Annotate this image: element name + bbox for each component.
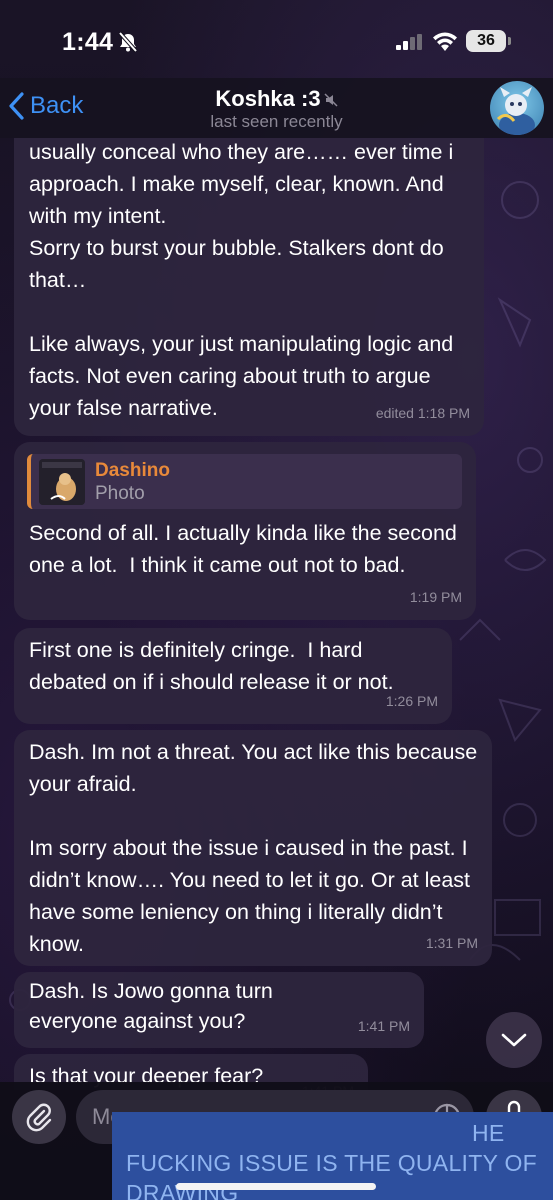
message-timestamp: 1:41 PM [357,1018,410,1034]
message-list[interactable]: usually conceal who they are…… ever time… [0,138,553,1090]
message-text: usually conceal who they are…… ever time… [29,140,454,420]
wifi-icon [432,32,458,57]
status-bar: 1:44 36 [0,0,553,78]
scroll-to-bottom-button[interactable] [486,1012,542,1068]
paperclip-icon [26,1103,52,1132]
reply-sender-name: Dashino [95,459,170,481]
message-timestamp: 1:19 PM [409,589,462,605]
message-bubble[interactable]: Dashino Photo Second of all. I actually … [14,442,476,620]
message-text: First one is definitely cringe. I hard d… [29,638,394,694]
message-bubble[interactable]: usually conceal who they are…… ever time… [14,138,484,436]
overlay-line-2: FUCKING ISSUE IS THE QUALITY OF [126,1150,538,1176]
cellular-signal-icon [396,34,424,55]
last-seen-status: last seen recently [210,112,343,131]
chat-title-text: Koshka :3 [215,86,321,111]
battery-tip [508,37,511,45]
overlay-line-1: HE [472,1120,505,1146]
message-text: Dash. Im not a threat. You act like this… [29,740,478,956]
chevron-down-icon [501,1033,527,1047]
message-bubble[interactable]: Dash. Im not a threat. You act like this… [14,730,492,966]
home-indicator[interactable] [176,1183,376,1190]
chat-title[interactable]: Koshka :3 [0,86,553,113]
battery-indicator: 36 [466,30,506,52]
reply-media-type: Photo [95,482,145,504]
message-timestamp: edited 1:18 PM [375,405,470,421]
silent-mode-icon [117,31,139,58]
clock: 1:44 [62,28,114,56]
message-timestamp: 1:31 PM [425,935,478,951]
avatar[interactable] [490,81,544,135]
message-text: Dash. Is Jowo gonna turn everyone agains… [29,979,279,1033]
reply-photo-thumbnail [39,458,85,505]
reply-preview[interactable]: Dashino Photo [27,454,462,509]
message-timestamp: 1:26 PM [385,693,438,709]
message-bubble[interactable]: First one is definitely cringe. I hard d… [14,628,452,724]
message-bubble[interactable]: Dash. Is Jowo gonna turn everyone agains… [14,972,424,1048]
attach-button[interactable] [12,1090,66,1144]
muted-icon [324,87,338,113]
chat-header: Back Koshka :3 last seen recently [0,78,553,138]
message-text: Second of all. I actually kinda like the… [29,521,463,577]
